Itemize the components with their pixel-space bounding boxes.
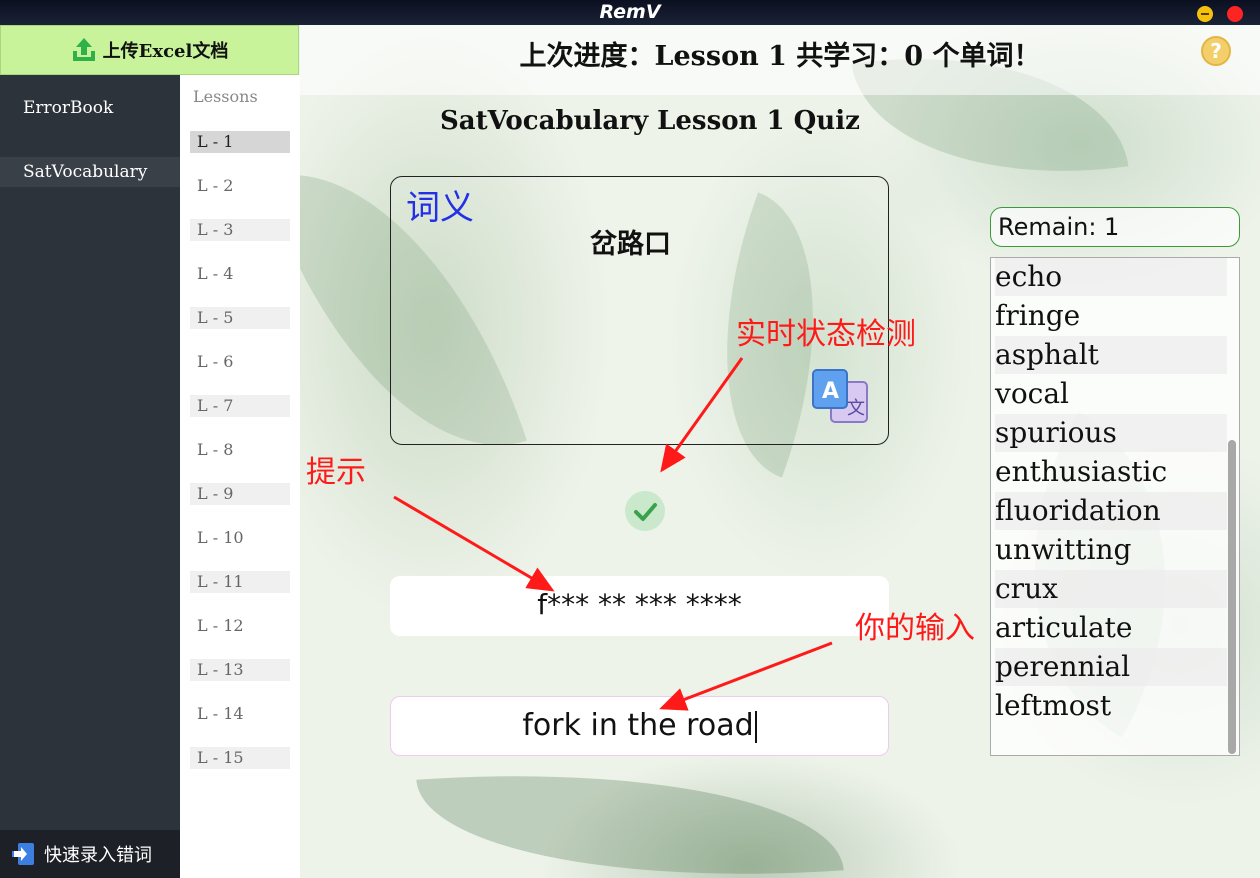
lesson-item[interactable]: L - 15 — [190, 747, 290, 769]
progress-title: 上次进度：Lesson 1 共学习：0 个单词！ — [519, 41, 1041, 72]
annotation-realtime: 实时状态检测 — [736, 317, 916, 352]
quick-entry-icon — [12, 843, 34, 865]
list-item[interactable]: spurious — [995, 414, 1227, 452]
close-button[interactable] — [1227, 6, 1243, 22]
remain-counter: Remain: 1 — [990, 207, 1240, 247]
lesson-item[interactable]: L - 5 — [190, 307, 290, 329]
meaning-label: 词义 — [406, 188, 474, 228]
annotation-hint: 提示 — [306, 455, 366, 490]
sidebar-item-label: ErrorBook — [23, 98, 114, 118]
quick-entry-button[interactable]: 快速录入错词 — [0, 830, 180, 878]
list-item[interactable]: unwitting — [995, 531, 1227, 569]
lesson-item[interactable]: L - 13 — [190, 659, 290, 681]
lesson-item[interactable]: L - 8 — [190, 439, 290, 461]
lesson-item[interactable]: L - 11 — [190, 571, 290, 593]
list-item[interactable]: perennial — [995, 648, 1227, 686]
lesson-item[interactable]: L - 3 — [190, 219, 290, 241]
lesson-item[interactable]: L - 9 — [190, 483, 290, 505]
answer-input[interactable]: fork in the road — [390, 696, 889, 756]
lesson-item[interactable]: L - 4 — [190, 263, 290, 285]
sidebar — [0, 25, 180, 878]
lesson-item[interactable]: L - 14 — [190, 703, 290, 725]
lessons-header: Lessons — [193, 87, 258, 106]
list-item[interactable]: articulate — [995, 609, 1227, 647]
lesson-item[interactable]: L - 12 — [190, 615, 290, 637]
upload-excel-button[interactable]: 上传Excel文档 — [0, 25, 299, 75]
list-item[interactable]: crux — [995, 570, 1227, 608]
lesson-item[interactable]: L - 10 — [190, 527, 290, 549]
list-item[interactable]: fluoridation — [995, 492, 1227, 530]
text-caret — [754, 710, 757, 743]
minimize-button[interactable] — [1197, 6, 1213, 22]
help-icon[interactable]: ? — [1201, 36, 1231, 66]
hint-field: f*** ** *** **** — [390, 576, 889, 636]
translate-icon[interactable]: A 文 — [811, 368, 869, 424]
scrollbar-thumb[interactable] — [1228, 440, 1236, 754]
list-item[interactable]: asphalt — [995, 336, 1227, 374]
svg-text:A: A — [822, 379, 839, 404]
annotation-your-input: 你的输入 — [855, 611, 975, 646]
lesson-item[interactable]: L - 1 — [190, 131, 290, 153]
lessons-panel: Lessons L - 1 L - 2 L - 3 L - 4 L - 5 L … — [180, 75, 300, 878]
word-list[interactable]: echo fringe asphalt vocal spurious enthu… — [990, 257, 1240, 756]
list-item[interactable]: leftmost — [995, 687, 1227, 725]
list-item[interactable]: fringe — [995, 297, 1227, 335]
lesson-item[interactable]: L - 2 — [190, 175, 290, 197]
quick-entry-label: 快速录入错词 — [44, 845, 152, 866]
list-item[interactable]: vocal — [995, 375, 1227, 413]
svg-text:文: 文 — [847, 398, 865, 419]
title-bar: RemV — [0, 0, 1260, 25]
window-title: RemV — [599, 1, 661, 23]
answer-input-value: fork in the road — [522, 708, 754, 743]
meaning-text: 岔路口 — [590, 229, 671, 260]
list-item[interactable]: enthusiastic — [995, 453, 1227, 491]
upload-label: 上传Excel文档 — [102, 41, 229, 62]
list-item[interactable]: echo — [995, 258, 1227, 296]
sidebar-item-label: SatVocabulary — [23, 162, 148, 182]
quiz-title: SatVocabulary Lesson 1 Quiz — [440, 106, 860, 136]
check-icon — [625, 491, 665, 531]
lesson-item[interactable]: L - 7 — [190, 395, 290, 417]
lesson-item[interactable]: L - 6 — [190, 351, 290, 373]
upload-icon — [72, 38, 95, 61]
sidebar-item-satvocabulary[interactable]: SatVocabulary — [0, 157, 180, 187]
sidebar-item-errorbook[interactable]: ErrorBook — [0, 93, 180, 123]
background-leaf — [416, 750, 844, 878]
